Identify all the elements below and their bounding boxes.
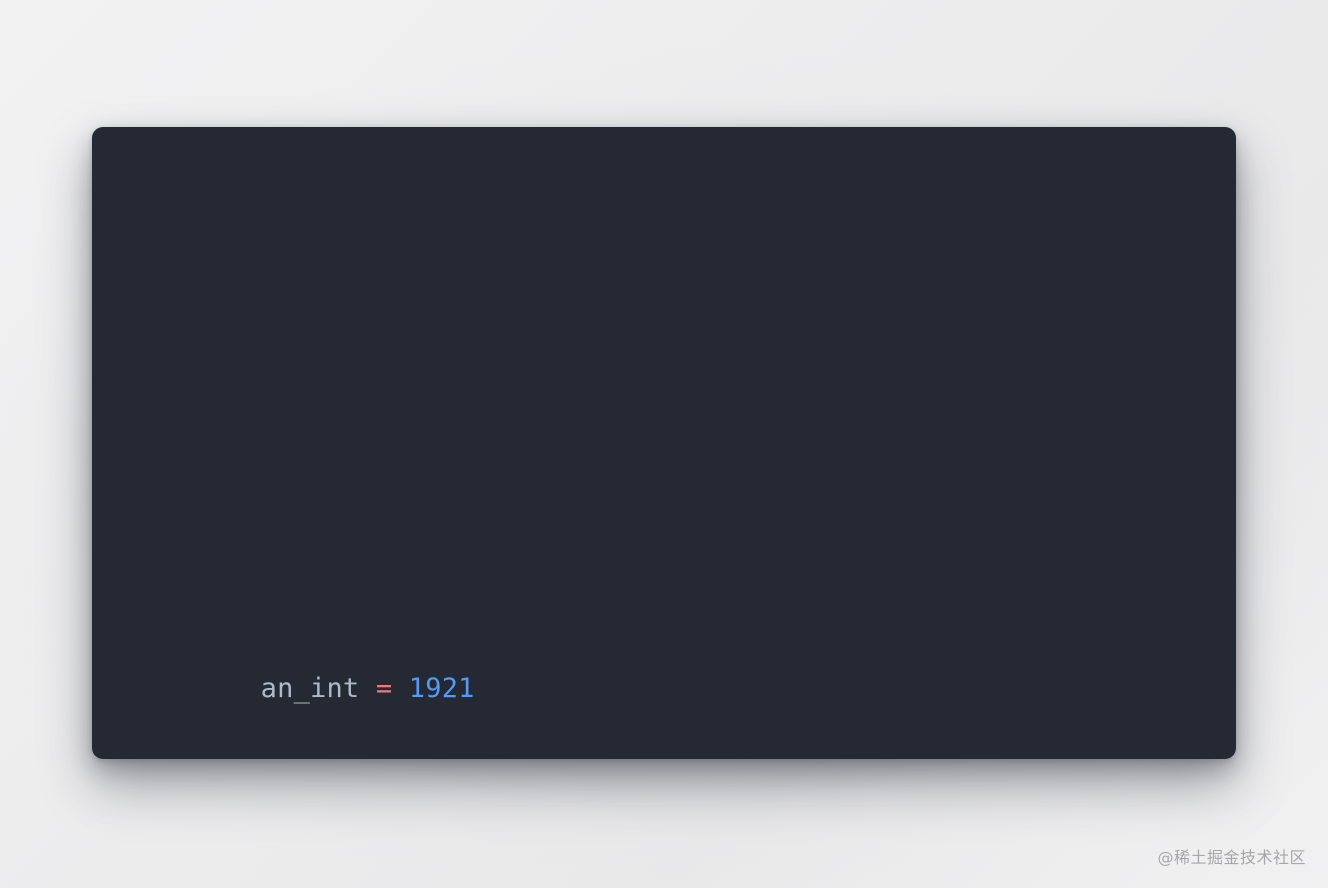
code-token-identifier: an_int <box>260 673 360 704</box>
code-snippet-card: an_int = 1921 a_str = str(an_int) int_le… <box>92 127 1236 759</box>
code-block[interactable]: an_int = 1921 a_str = str(an_int) int_le… <box>129 185 1216 743</box>
code-line: an_int = 1921 <box>129 521 1216 704</box>
watermark: @稀土掘金技术社区 <box>1157 848 1306 867</box>
code-token-number: 1921 <box>408 673 475 704</box>
page-stage: an_int = 1921 a_str = str(an_int) int_le… <box>0 0 1328 888</box>
code-token-operator: = <box>375 673 393 704</box>
